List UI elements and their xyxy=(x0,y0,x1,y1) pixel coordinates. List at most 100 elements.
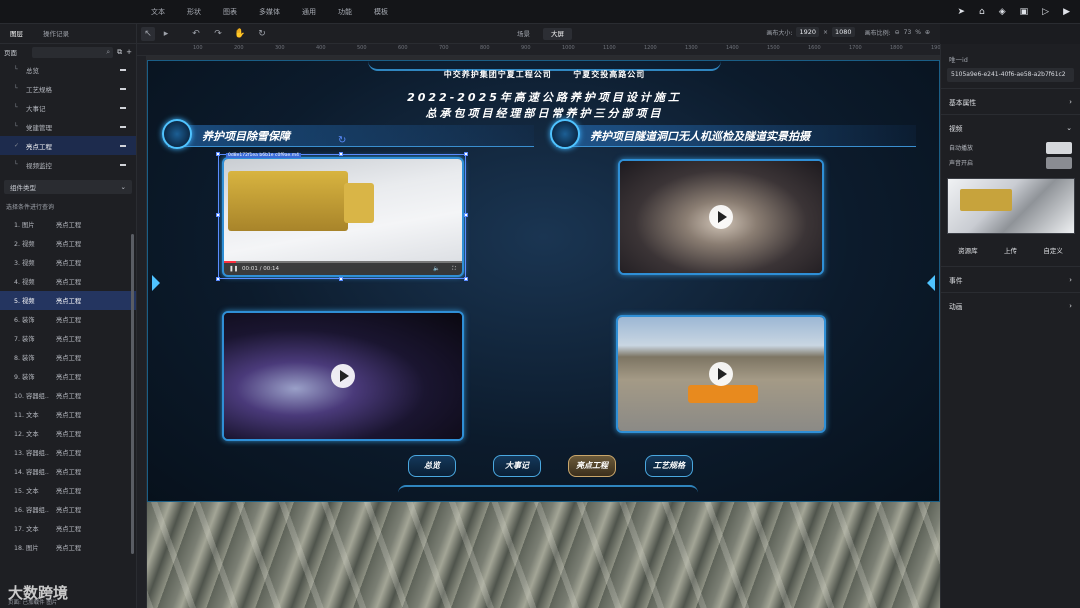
component-name: 2. 视频 xyxy=(14,241,35,248)
page-menu-icon[interactable] xyxy=(120,126,126,128)
canvas-stage[interactable]: 中交养护集团宁夏工程公司 宁夏交投高路公司 2022-2025年高速公路养护项目… xyxy=(147,56,940,608)
resize-handle[interactable] xyxy=(339,277,343,281)
save-icon[interactable]: ▣ xyxy=(1020,7,1029,17)
nav-process-specs[interactable]: 工艺规格 xyxy=(645,455,693,477)
dashboard-screen[interactable]: 中交养护集团宁夏工程公司 宁夏交投高路公司 2022-2025年高速公路养护项目… xyxy=(147,60,940,502)
add-page-icon[interactable]: + xyxy=(126,48,132,56)
video-tunnel[interactable] xyxy=(618,159,824,275)
section-basic-props[interactable]: 基本属性 › xyxy=(941,88,1080,114)
undo-icon[interactable]: ↶ xyxy=(189,27,203,41)
resize-handle[interactable] xyxy=(216,213,220,217)
section-events[interactable]: 事件 › xyxy=(941,266,1080,292)
page-item[interactable]: └ 视频监控 xyxy=(0,155,136,174)
menu-common[interactable]: 通用 xyxy=(291,0,327,24)
component-item[interactable]: 18. 图片 亮点工程 xyxy=(0,538,136,557)
play-icon[interactable] xyxy=(709,362,733,386)
section-video[interactable]: 视频 ⌄ xyxy=(941,114,1080,140)
component-item[interactable]: 7. 装饰 亮点工程 xyxy=(0,329,136,348)
home-icon[interactable]: ⌂ xyxy=(979,7,985,17)
component-item[interactable]: 17. 文本 亮点工程 xyxy=(0,519,136,538)
copy-page-icon[interactable]: ⧉ xyxy=(117,48,122,57)
send-icon[interactable]: ➤ xyxy=(957,7,965,17)
select-tool-icon[interactable]: ↖ xyxy=(141,27,155,41)
menu-media[interactable]: 多媒体 xyxy=(248,0,291,24)
page-item[interactable]: └ 大事记 xyxy=(0,98,136,117)
preview-icon[interactable]: ▷ xyxy=(1042,7,1049,17)
play-icon[interactable] xyxy=(709,205,733,229)
component-type-label: 组件类型 xyxy=(10,184,36,192)
menu-text[interactable]: 文本 xyxy=(140,0,176,24)
page-menu-icon[interactable] xyxy=(120,69,126,71)
menu-shape[interactable]: 形状 xyxy=(176,0,212,24)
zoom-out-icon[interactable]: ⊖ xyxy=(895,29,900,36)
hand-tool-icon[interactable]: ✋ xyxy=(233,27,247,41)
page-menu-icon[interactable] xyxy=(120,164,126,166)
component-item[interactable]: 5. 视频 亮点工程 xyxy=(0,291,136,310)
component-item[interactable]: 12. 文本 亮点工程 xyxy=(0,424,136,443)
component-item[interactable]: 11. 文本 亮点工程 xyxy=(0,405,136,424)
menu-function[interactable]: 功能 xyxy=(327,0,363,24)
video-mountain-truck[interactable] xyxy=(616,315,826,433)
mode-bigscreen-tab[interactable]: 大屏 xyxy=(543,28,572,40)
canvas-height-input[interactable]: 1080 xyxy=(832,27,855,37)
ruler-tick: 300 xyxy=(275,45,285,51)
refresh-icon[interactable]: ↻ xyxy=(255,27,269,41)
page-item[interactable]: └ 党建管理 xyxy=(0,117,136,136)
prev-arrow-icon[interactable] xyxy=(152,275,160,291)
sound-toggle[interactable] xyxy=(1046,156,1072,169)
layers-scrollbar[interactable] xyxy=(131,234,134,554)
resource-library-button[interactable]: 资源库 xyxy=(952,242,984,258)
component-item[interactable]: 4. 视频 亮点工程 xyxy=(0,272,136,291)
video-night-snow[interactable] xyxy=(222,311,464,441)
tab-history[interactable]: 操作记录 xyxy=(33,24,79,43)
rotate-icon[interactable]: ↻ xyxy=(338,135,346,146)
component-item[interactable]: 3. 视频 亮点工程 xyxy=(0,253,136,272)
component-item[interactable]: 10. 容器组.. 亮点工程 xyxy=(0,386,136,405)
resize-handle[interactable] xyxy=(216,152,220,156)
redo-icon[interactable]: ↷ xyxy=(211,27,225,41)
mode-scene-tab[interactable]: 场景 xyxy=(509,28,538,40)
component-item[interactable]: 9. 装饰 亮点工程 xyxy=(0,367,136,386)
menu-template[interactable]: 模板 xyxy=(363,0,399,24)
page-menu-icon[interactable] xyxy=(120,107,126,109)
component-item[interactable]: 15. 文本 亮点工程 xyxy=(0,481,136,500)
component-item[interactable]: 14. 容器组.. 亮点工程 xyxy=(0,462,136,481)
component-item[interactable]: 2. 视频 亮点工程 xyxy=(0,234,136,253)
page-item[interactable]: └ 工艺规格 xyxy=(0,79,136,98)
component-type-select[interactable]: 组件类型 ⌄ xyxy=(4,180,132,194)
component-item[interactable]: 6. 装饰 亮点工程 xyxy=(0,310,136,329)
component-item[interactable]: 8. 装饰 亮点工程 xyxy=(0,348,136,367)
resize-handle[interactable] xyxy=(216,277,220,281)
page-menu-icon[interactable] xyxy=(120,88,126,90)
play-icon[interactable]: ▶ xyxy=(1063,7,1070,17)
nav-highlights[interactable]: 亮点工程 xyxy=(568,455,616,477)
resize-handle[interactable] xyxy=(339,152,343,156)
play-icon[interactable] xyxy=(331,364,355,388)
page-search-input[interactable]: ⌕ xyxy=(32,46,114,58)
component-item[interactable]: 13. 容器组.. 亮点工程 xyxy=(0,443,136,462)
pointer-tool-icon[interactable]: ▸ xyxy=(159,27,173,41)
upload-button[interactable]: 上传 xyxy=(998,242,1023,258)
component-item[interactable]: 1. 图片 亮点工程 xyxy=(0,215,136,234)
resize-handle[interactable] xyxy=(464,277,468,281)
section-animation[interactable]: 动画 › xyxy=(941,292,1080,318)
nav-overview[interactable]: 总览 xyxy=(408,455,456,477)
zoom-in-icon[interactable]: ⊕ xyxy=(925,29,930,36)
resize-handle[interactable] xyxy=(464,213,468,217)
next-arrow-icon[interactable] xyxy=(927,275,935,291)
resize-handle[interactable] xyxy=(464,152,468,156)
selection-box[interactable] xyxy=(216,152,468,281)
id-value-field[interactable]: 5105a9e6-e241-40f6-ae58-a2b7f61c2 xyxy=(947,68,1074,82)
eraser-icon[interactable]: ◈ xyxy=(999,7,1006,17)
autoplay-toggle[interactable] xyxy=(1046,141,1072,154)
custom-button[interactable]: 自定义 xyxy=(1037,242,1069,258)
menu-chart[interactable]: 图表 xyxy=(212,0,248,24)
page-item[interactable]: ✓ 亮点工程 xyxy=(0,136,136,155)
page-item[interactable]: └ 总览 xyxy=(0,60,136,79)
component-item[interactable]: 16. 容器组.. 亮点工程 xyxy=(0,500,136,519)
layers-panel: 图层 操作记录 页面 ⌕ ⧉ + └ 总览 └ 工艺规格 └ 大事记 └ 党建管理 ✓ 亮点工程 └… xyxy=(0,24,137,608)
nav-milestones[interactable]: 大事记 xyxy=(493,455,541,477)
page-menu-icon[interactable] xyxy=(120,145,126,147)
tab-layers[interactable]: 图层 xyxy=(0,24,33,43)
canvas-width-input[interactable]: 1920 xyxy=(796,27,819,37)
